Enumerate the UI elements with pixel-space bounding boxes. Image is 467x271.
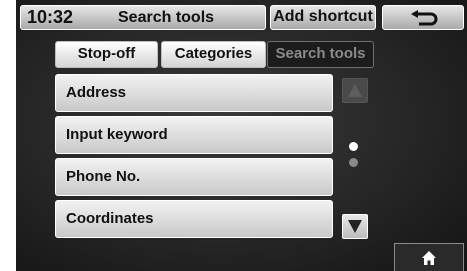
triangle-down-icon: [348, 220, 362, 233]
scroll-up-button[interactable]: [342, 78, 368, 103]
back-button[interactable]: [382, 5, 464, 30]
home-icon: [422, 251, 436, 265]
scroll-down-button[interactable]: [342, 214, 368, 239]
add-shortcut-button[interactable]: Add shortcut: [270, 5, 376, 30]
tab-categories[interactable]: Categories: [161, 41, 266, 68]
screen: 10:32 Search tools Add shortcut Stop-off…: [16, 0, 467, 271]
triangle-up-icon: [348, 84, 362, 97]
tab-search-tools: Search tools: [267, 41, 374, 68]
home-button[interactable]: [394, 243, 464, 271]
back-arrow-icon: [411, 10, 438, 26]
coordinates-button[interactable]: Coordinates: [55, 200, 333, 238]
page-indicator: [349, 158, 358, 167]
screen-title: Search tools: [118, 9, 215, 26]
input-keyword-button[interactable]: Input keyword: [55, 116, 333, 154]
tab-stop-off[interactable]: Stop-off: [55, 41, 158, 68]
header-bar: 10:32 Search tools Add shortcut: [16, 0, 467, 33]
page-indicator-current: [349, 142, 358, 151]
clock-time: 10:32: [27, 7, 74, 27]
phone-number-button[interactable]: Phone No.: [55, 158, 333, 196]
address-button[interactable]: Address: [55, 74, 333, 112]
header-title-bar: 10:32 Search tools: [20, 5, 266, 30]
